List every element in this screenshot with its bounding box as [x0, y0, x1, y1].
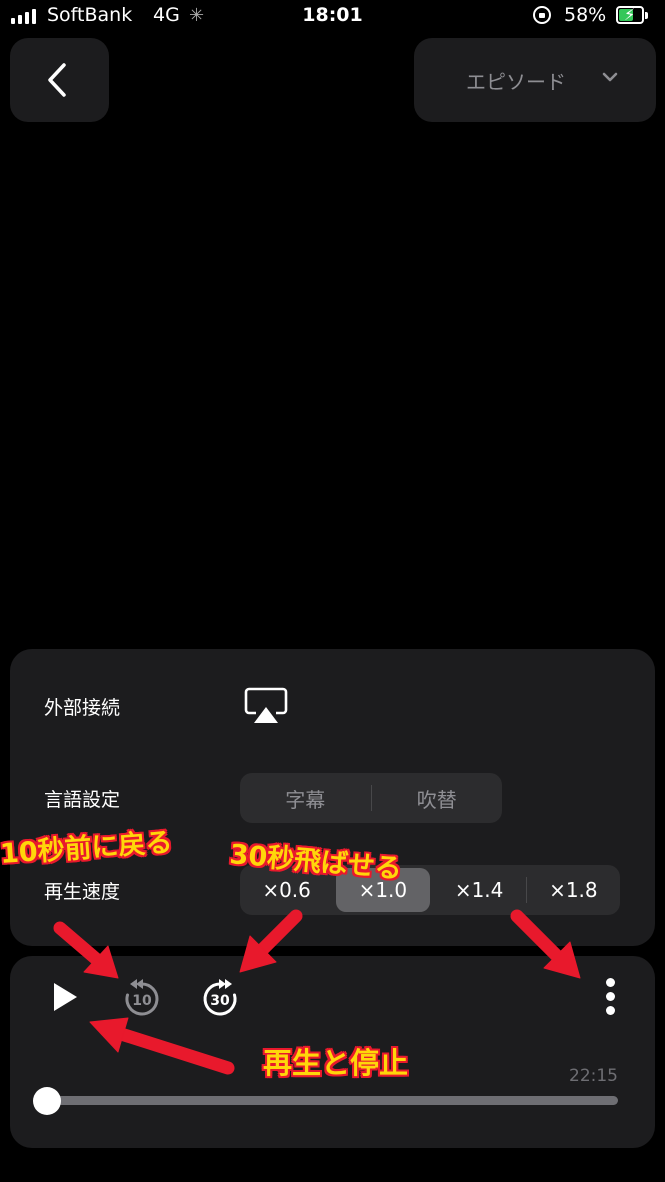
chevron-down-icon	[602, 72, 618, 82]
language-settings-label: 言語設定	[44, 789, 121, 811]
progress-thumb[interactable]	[33, 1087, 61, 1115]
rewind-10-icon[interactable]: 10	[121, 977, 163, 1019]
settings-panel: 外部接続 言語設定 字幕 吹替 再生速度 ×0.6 ×1.0 ×1.4 ×1.8	[10, 649, 655, 946]
speed-option-1-8[interactable]: ×1.8	[527, 865, 620, 915]
chevron-left-icon	[48, 63, 66, 97]
more-vertical-icon[interactable]	[602, 978, 618, 1020]
language-option-dubbed[interactable]: 吹替	[372, 773, 503, 823]
status-bar: SoftBank 4G ✳ 18:01 58% ⚡	[0, 0, 665, 34]
language-option-subtitles[interactable]: 字幕	[240, 773, 371, 823]
battery-icon: ⚡	[616, 5, 644, 24]
battery-percent: 58%	[564, 4, 607, 26]
playback-speed-label: 再生速度	[44, 881, 121, 903]
forward-30-icon[interactable]: 30	[199, 977, 241, 1019]
episode-label: エピソード	[466, 70, 566, 94]
episode-dropdown[interactable]: エピソード	[414, 38, 656, 122]
external-connection-label: 外部接続	[44, 697, 121, 719]
battery-nub	[645, 12, 648, 19]
play-icon[interactable]	[50, 980, 80, 1014]
annotation-play: 再生と停止	[263, 1046, 409, 1080]
progress-track[interactable]	[46, 1096, 618, 1105]
orientation-lock-icon	[533, 6, 551, 24]
duration-label: 22:15	[569, 1066, 618, 1086]
rewind-seconds: 10	[132, 993, 152, 1009]
back-button[interactable]	[10, 38, 109, 122]
language-segmented-control: 字幕 吹替	[240, 773, 502, 823]
airplay-icon[interactable]	[244, 687, 288, 725]
speed-option-1-4[interactable]: ×1.4	[433, 865, 526, 915]
forward-seconds: 30	[210, 993, 230, 1009]
